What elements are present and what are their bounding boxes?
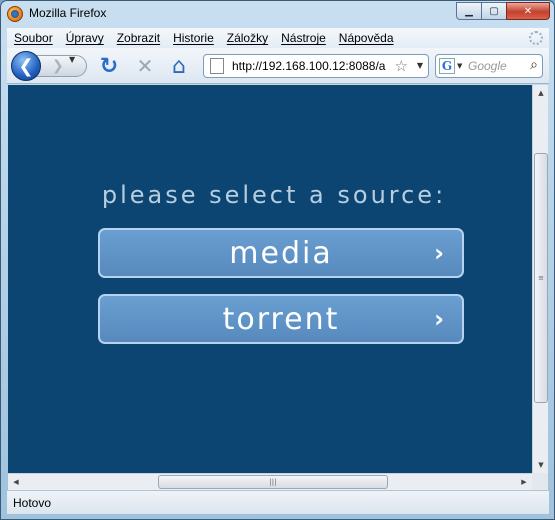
menu-napoveda[interactable]: Nápověda [332,31,400,45]
status-text: Hotovo [13,496,52,510]
bookmark-star-icon[interactable]: ☆ [395,57,408,75]
reload-button[interactable]: ↻ [97,54,121,79]
activity-throbber-icon [529,31,543,45]
scroll-left-icon[interactable]: ◀ [8,474,24,490]
minimize-button[interactable]: ▁ [456,2,482,20]
scroll-up-icon[interactable]: ▲ [533,85,549,101]
history-dropdown-icon[interactable]: ▼ [69,55,75,64]
chevron-right-icon: › [434,305,446,333]
navigation-toolbar: ❮ ❯ ▼ ↻ ✕ ⌂ http://192.168.100.12:8088/a… [7,48,549,84]
torrent-source-button[interactable]: torrent › [98,294,464,344]
menu-zobrazit[interactable]: Zobrazit [110,31,166,45]
scrollbar-corner [532,473,548,490]
chevron-right-icon: › [434,239,446,267]
vertical-scrollbar[interactable]: ▲ ≡ ▼ [532,85,548,473]
media-button-label: media [229,235,333,271]
media-source-button[interactable]: media › [98,228,464,278]
firefox-logo-icon [7,6,23,22]
url-text[interactable]: http://192.168.100.12:8088/a [232,59,390,73]
torrent-button-label: torrent [222,301,340,337]
menu-upravy[interactable]: Úpravy [59,31,110,45]
horizontal-scrollbar[interactable]: ◀ ||| ▶ [8,473,532,490]
status-bar: Hotovo [7,490,549,514]
title-bar: Mozilla Firefox ▁ ▢ ✕ [1,1,554,27]
menu-historie[interactable]: Historie [166,31,220,45]
vertical-scroll-thumb[interactable]: ≡ [534,153,548,403]
google-engine-icon[interactable]: G [439,58,455,74]
horizontal-scroll-thumb[interactable]: ||| [158,475,388,489]
menu-zalozky[interactable]: Záložky [220,31,274,45]
maximize-button[interactable]: ▢ [481,2,507,20]
search-go-icon[interactable]: ⌕ [530,57,538,73]
window-controls: ▁ ▢ ✕ [456,2,550,20]
menu-bar: Soubor Úpravy Zobrazit Historie Záložky … [7,28,549,48]
browser-window: Mozilla Firefox ▁ ▢ ✕ Soubor Úpravy Zobr… [0,0,555,520]
page-content: please select a source: media › torrent … [8,85,532,473]
grip-icon: ≡ [538,274,544,282]
forward-button[interactable]: ❯ [33,55,87,77]
menu-soubor[interactable]: Soubor [7,31,59,45]
home-button[interactable]: ⌂ [167,54,191,79]
close-window-button[interactable]: ✕ [506,2,550,20]
search-bar: G ▼ ⌕ [435,54,543,78]
address-bar[interactable]: http://192.168.100.12:8088/a ☆ ▼ [203,54,429,78]
url-dropdown-icon[interactable]: ▼ [417,61,423,70]
page-icon [210,58,224,74]
menu-nastroje[interactable]: Nástroje [274,31,332,45]
engine-dropdown-icon[interactable]: ▼ [457,62,462,70]
window-title: Mozilla Firefox [29,6,107,20]
scroll-down-icon[interactable]: ▼ [533,457,549,473]
source-prompt: please select a source: [101,181,447,209]
back-button[interactable]: ❮ [11,51,41,81]
stop-button[interactable]: ✕ [133,54,157,78]
search-input[interactable] [468,57,520,75]
scroll-right-icon[interactable]: ▶ [516,474,532,490]
grip-icon: ||| [269,478,277,486]
